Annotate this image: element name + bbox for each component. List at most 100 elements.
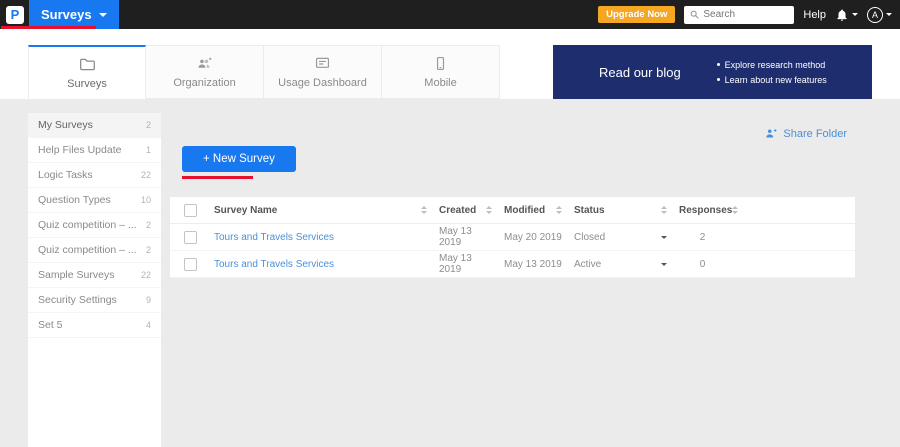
sidebar-item-quiz-competition-2[interactable]: Quiz competition – ... 2 bbox=[28, 238, 161, 263]
modified-date: May 13 2019 bbox=[500, 251, 570, 277]
surveys-table: Survey Name Created Modified Status bbox=[170, 197, 855, 278]
blog-bullet: Explore research method bbox=[717, 60, 827, 70]
chevron-down-icon bbox=[99, 13, 107, 17]
avatar-letter: A bbox=[872, 10, 878, 20]
sidebar-item-label: Logic Tasks bbox=[38, 169, 93, 181]
search-input[interactable] bbox=[703, 9, 789, 20]
created-date: May 13 2019 bbox=[435, 224, 500, 250]
account-menu[interactable]: A bbox=[867, 7, 892, 23]
app-window: P Surveys Upgrade Now Help A bbox=[0, 0, 900, 447]
sidebar-item-sample-surveys[interactable]: Sample Surveys 22 bbox=[28, 263, 161, 288]
created-date: May 13 2019 bbox=[435, 251, 500, 277]
nav-band: Surveys Organization Usage Dashboard Mob… bbox=[0, 29, 900, 99]
sidebar-item-quiz-competition-1[interactable]: Quiz competition – ... 2 bbox=[28, 213, 161, 238]
sidebar-item-count: 2 bbox=[146, 120, 151, 130]
sidebar-item-security-settings[interactable]: Security Settings 9 bbox=[28, 288, 161, 313]
sidebar-item-count: 2 bbox=[146, 220, 151, 230]
share-folder-label: Share Folder bbox=[783, 128, 847, 140]
tab-label: Usage Dashboard bbox=[278, 77, 367, 89]
col-header-modified: Modified bbox=[504, 205, 545, 216]
sidebar-item-question-types[interactable]: Question Types 10 bbox=[28, 188, 161, 213]
organization-icon bbox=[196, 55, 213, 72]
blog-panel[interactable]: Read our blog Explore research method Le… bbox=[553, 45, 872, 99]
topbar-right: Upgrade Now Help A bbox=[598, 6, 900, 24]
sidebar-item-label: Sample Surveys bbox=[38, 269, 114, 281]
blog-title: Read our blog bbox=[599, 65, 681, 80]
row-checkbox[interactable] bbox=[184, 231, 197, 244]
surveys-app-menu[interactable]: Surveys bbox=[29, 0, 119, 29]
sidebar-item-help-files-update[interactable]: Help Files Update 1 bbox=[28, 138, 161, 163]
folder-icon bbox=[79, 56, 96, 73]
avatar: A bbox=[867, 7, 883, 23]
bullet-dot-icon bbox=[717, 78, 720, 81]
blog-bullet-text: Explore research method bbox=[725, 60, 826, 70]
sidebar-item-count: 2 bbox=[146, 245, 151, 255]
bell-icon bbox=[835, 8, 849, 22]
sidebar-item-logic-tasks[interactable]: Logic Tasks 22 bbox=[28, 163, 161, 188]
col-header-survey-name: Survey Name bbox=[214, 205, 277, 216]
sidebar-item-label: Question Types bbox=[38, 194, 111, 206]
upgrade-now-button[interactable]: Upgrade Now bbox=[598, 6, 675, 23]
sort-icon[interactable] bbox=[486, 206, 492, 214]
sidebar-item-count: 22 bbox=[141, 170, 151, 180]
folders-sidebar: My Surveys 2 Help Files Update 1 Logic T… bbox=[28, 113, 161, 447]
sort-icon[interactable] bbox=[661, 206, 667, 214]
sidebar-item-count: 1 bbox=[146, 145, 151, 155]
share-folder-link[interactable]: Share Folder bbox=[763, 126, 847, 141]
bullet-dot-icon bbox=[717, 63, 720, 66]
tab-surveys[interactable]: Surveys bbox=[28, 45, 146, 99]
sidebar-item-label: Security Settings bbox=[38, 294, 117, 306]
tab-mobile[interactable]: Mobile bbox=[382, 45, 500, 99]
table-row: Tours and Travels Services May 13 2019 M… bbox=[170, 224, 855, 251]
col-header-created: Created bbox=[439, 205, 476, 216]
survey-name-link[interactable]: Tours and Travels Services bbox=[214, 259, 334, 270]
surveys-app-menu-label: Surveys bbox=[41, 7, 92, 22]
mobile-icon bbox=[432, 55, 449, 72]
app-logo[interactable]: P bbox=[6, 6, 24, 24]
share-folder-icon bbox=[763, 126, 778, 141]
blog-bullet: Learn about new features bbox=[717, 75, 827, 85]
sidebar-item-count: 9 bbox=[146, 295, 151, 305]
status-dropdown[interactable] bbox=[661, 236, 667, 239]
sidebar-item-label: My Surveys bbox=[38, 119, 93, 131]
tab-strip: Surveys Organization Usage Dashboard Mob… bbox=[28, 45, 500, 99]
search-box[interactable] bbox=[684, 6, 794, 24]
notifications-button[interactable] bbox=[835, 8, 858, 22]
table-header-row: Survey Name Created Modified Status bbox=[170, 197, 855, 224]
status-value: Active bbox=[574, 259, 601, 270]
annotation-underline-logo bbox=[1, 26, 96, 29]
chevron-down-icon bbox=[886, 13, 892, 16]
search-icon bbox=[689, 9, 700, 20]
sort-icon[interactable] bbox=[421, 206, 427, 214]
table-row: Tours and Travels Services May 13 2019 M… bbox=[170, 251, 855, 278]
status-dropdown[interactable] bbox=[661, 263, 667, 266]
tab-label: Surveys bbox=[67, 78, 107, 90]
row-checkbox[interactable] bbox=[184, 258, 197, 271]
sort-icon[interactable] bbox=[556, 206, 562, 214]
sidebar-item-label: Quiz competition – ... bbox=[38, 219, 137, 231]
help-link[interactable]: Help bbox=[803, 9, 826, 21]
sort-icon[interactable] bbox=[732, 206, 738, 214]
col-header-status: Status bbox=[574, 205, 605, 216]
sidebar-item-set-5[interactable]: Set 5 4 bbox=[28, 313, 161, 338]
sidebar-item-my-surveys[interactable]: My Surveys 2 bbox=[28, 113, 161, 138]
chevron-down-icon bbox=[661, 236, 667, 239]
tab-organization[interactable]: Organization bbox=[146, 45, 264, 99]
blog-bullet-list: Explore research method Learn about new … bbox=[717, 60, 827, 85]
chevron-down-icon bbox=[661, 263, 667, 266]
sidebar-item-count: 10 bbox=[141, 195, 151, 205]
new-survey-button[interactable]: + New Survey bbox=[182, 146, 296, 172]
usage-dashboard-icon bbox=[314, 55, 331, 72]
sidebar-item-label: Help Files Update bbox=[38, 144, 121, 156]
main-panel: Share Folder + New Survey Survey Name Cr… bbox=[170, 99, 855, 447]
annotation-underline-new-survey bbox=[182, 176, 253, 179]
status-value: Closed bbox=[574, 232, 605, 243]
tab-label: Mobile bbox=[424, 77, 456, 89]
survey-name-link[interactable]: Tours and Travels Services bbox=[214, 232, 334, 243]
blog-bullet-text: Learn about new features bbox=[725, 75, 827, 85]
select-all-checkbox[interactable] bbox=[184, 204, 197, 217]
responses-count: 2 bbox=[675, 224, 730, 250]
tab-usage-dashboard[interactable]: Usage Dashboard bbox=[264, 45, 382, 99]
tab-label: Organization bbox=[173, 77, 235, 89]
chevron-down-icon bbox=[852, 13, 858, 16]
